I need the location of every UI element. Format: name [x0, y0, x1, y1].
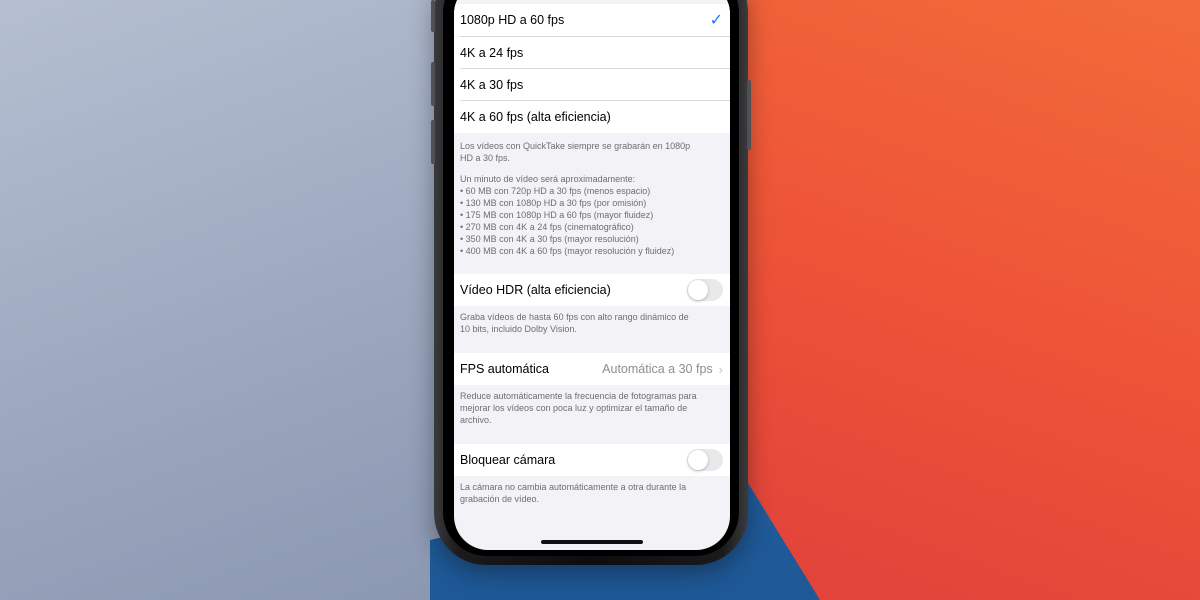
- option-1080p-60[interactable]: 1080p HD a 60 fps ✓: [454, 4, 730, 36]
- chevron-right-icon: ›: [718, 361, 723, 377]
- lock-camera-row: Bloquear cámara: [454, 444, 730, 476]
- volume-up-button: [431, 62, 435, 106]
- volume-down-button: [431, 120, 435, 164]
- option-4k-30[interactable]: 4K a 30 fps: [454, 69, 730, 101]
- lock-camera-note: La cámara no cambia automáticamente a ot…: [460, 481, 722, 505]
- auto-fps-row[interactable]: FPS automática Automática a 30 fps ›: [454, 353, 730, 385]
- lock-camera-label: Bloquear cámara: [460, 453, 556, 467]
- size-item: • 60 MB con 720p HD a 30 fps (menos espa…: [460, 186, 651, 196]
- lock-camera-toggle[interactable]: [687, 449, 723, 471]
- settings-screen: 1080p HD a 60 fps ✓ 4K a 24 fps 4K a 30 …: [454, 0, 730, 550]
- power-button: [747, 80, 751, 150]
- size-item: • 175 MB con 1080p HD a 60 fps (mayor fl…: [460, 210, 654, 220]
- note-line: HD a 30 fps.: [460, 153, 511, 163]
- option-label: 4K a 60 fps (alta eficiencia): [460, 110, 611, 124]
- note-line: La cámara no cambia automáticamente a ot…: [460, 482, 687, 492]
- auto-fps-label: FPS automática: [460, 362, 549, 376]
- note-line: Graba vídeos de hasta 60 fps con alto ra…: [460, 312, 689, 322]
- size-estimates-note: Un minuto de vídeo será aproximadamente:…: [460, 173, 722, 257]
- note-line: 10 bits, incluido Dolby Vision.: [460, 324, 577, 334]
- size-item: • 270 MB con 4K a 24 fps (cinematográfic…: [460, 222, 634, 232]
- option-4k-24[interactable]: 4K a 24 fps: [454, 37, 730, 69]
- hdr-video-toggle[interactable]: [687, 279, 723, 301]
- note-line: grabación de vídeo.: [460, 494, 540, 504]
- note-line: Un minuto de vídeo será aproximadamente:: [460, 174, 636, 184]
- hdr-video-label: Vídeo HDR (alta eficiencia): [460, 283, 611, 297]
- size-item: • 400 MB con 4K a 60 fps (mayor resoluci…: [460, 246, 675, 256]
- note-line: Los vídeos con QuickTake siempre se grab…: [460, 141, 691, 151]
- option-label: 1080p HD a 60 fps: [460, 13, 565, 27]
- hdr-video-row: Vídeo HDR (alta eficiencia): [454, 274, 730, 306]
- checkmark-icon: ✓: [709, 12, 723, 29]
- auto-fps-value: Automática a 30 fps: [602, 362, 713, 376]
- hdr-video-note: Graba vídeos de hasta 60 fps con alto ra…: [460, 311, 722, 335]
- toggle-knob: [688, 280, 708, 300]
- silent-switch: [431, 0, 435, 32]
- quicktake-note: Los vídeos con QuickTake siempre se grab…: [460, 140, 722, 164]
- note-line: Reduce automáticamente la frecuencia de …: [460, 391, 697, 401]
- option-label: 4K a 30 fps: [460, 78, 524, 92]
- option-4k-60[interactable]: 4K a 60 fps (alta eficiencia): [454, 101, 730, 133]
- note-line: mejorar los vídeos con poca luz y optimi…: [460, 403, 688, 413]
- size-item: • 350 MB con 4K a 30 fps (mayor resoluci…: [460, 234, 639, 244]
- size-item: • 130 MB con 1080p HD a 30 fps (por omis…: [460, 198, 647, 208]
- toggle-knob: [688, 450, 708, 470]
- note-line: archivo.: [460, 415, 492, 425]
- option-label: 4K a 24 fps: [460, 46, 524, 60]
- auto-fps-note: Reduce automáticamente la frecuencia de …: [460, 390, 722, 426]
- home-indicator[interactable]: [541, 540, 643, 544]
